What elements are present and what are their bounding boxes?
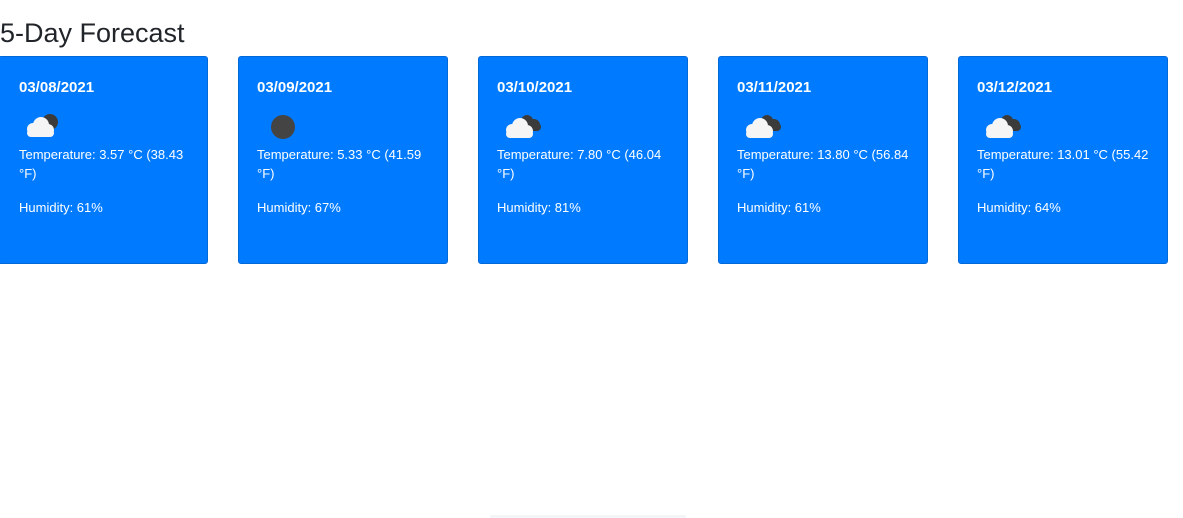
clear-night-moon-icon <box>257 107 309 145</box>
forecast-humidity: Humidity: 81% <box>497 200 581 215</box>
broken-clouds-icon <box>497 107 549 145</box>
forecast-humidity: Humidity: 61% <box>19 200 103 215</box>
forecast-card-day-3: 03/10/2021 Temperature: 7.80 °C (46.04 °… <box>478 56 688 264</box>
forecast-temperature: Temperature: 5.33 °C (41.59 °F) <box>257 147 422 181</box>
forecast-cards: 03/08/2021 Temperature: 3.57 °C (38.43 °… <box>0 56 1183 264</box>
forecast-date: 03/10/2021 <box>497 79 573 96</box>
forecast-humidity: Humidity: 64% <box>977 200 1061 215</box>
forecast-humidity: Humidity: 67% <box>257 200 341 215</box>
forecast-card-day-5: 03/12/2021 Temperature: 13.01 °C (55.42 … <box>958 56 1168 264</box>
forecast-title: 5-Day Forecast <box>0 18 185 48</box>
forecast-card-day-2: 03/09/2021 Temperature: 5.33 °C (41.59 °… <box>238 56 448 264</box>
forecast-date: 03/08/2021 <box>19 79 95 96</box>
forecast-card-day-1: 03/08/2021 Temperature: 3.57 °C (38.43 °… <box>0 56 208 264</box>
broken-clouds-icon <box>737 107 789 145</box>
forecast-humidity: Humidity: 61% <box>737 200 821 215</box>
broken-clouds-icon <box>977 107 1029 145</box>
forecast-temperature: Temperature: 3.57 °C (38.43 °F) <box>19 147 184 181</box>
forecast-date: 03/12/2021 <box>977 79 1053 96</box>
forecast-page: 5-Day Forecast 03/08/2021 Temperature: 3… <box>0 0 1183 518</box>
forecast-date: 03/09/2021 <box>257 79 333 96</box>
forecast-temperature: Temperature: 13.80 °C (56.84 °F) <box>737 147 909 181</box>
forecast-date: 03/11/2021 <box>737 79 812 96</box>
forecast-card-day-4: 03/11/2021 Temperature: 13.80 °C (56.84 … <box>718 56 928 264</box>
forecast-temperature: Temperature: 7.80 °C (46.04 °F) <box>497 147 662 181</box>
partly-cloudy-night-icon <box>17 107 69 145</box>
forecast-temperature: Temperature: 13.01 °C (55.42 °F) <box>977 147 1149 181</box>
